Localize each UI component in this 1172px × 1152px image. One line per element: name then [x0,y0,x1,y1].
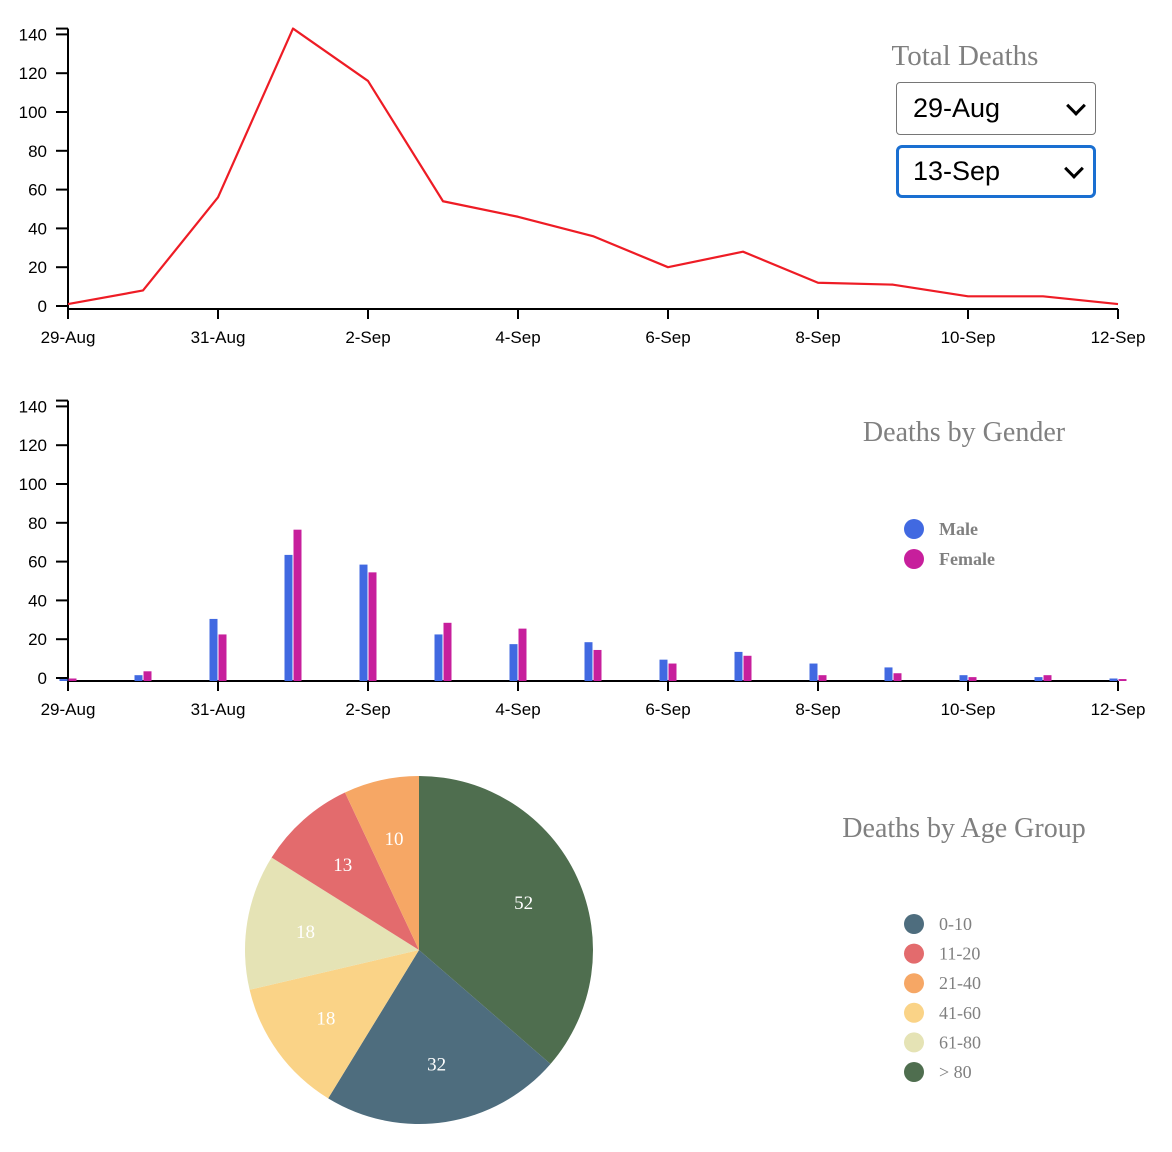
bar-female [293,529,302,681]
x-tick-label: 31-Aug [191,700,246,719]
deaths-by-gender-title: Deaths by Gender [863,417,1066,448]
bar-male [1109,678,1118,681]
pie-slice-label: 32 [427,1055,446,1076]
bar-male [359,564,368,681]
bar-male [59,679,68,681]
y-tick-label: 0 [38,297,47,316]
x-tick-label: 6-Sep [645,700,690,719]
y-tick-label: 80 [28,142,47,161]
legend-swatch-age [904,1062,924,1082]
legend-label-age: 41-60 [939,1003,981,1023]
legend-label-male: Male [939,519,978,539]
bar-male [659,659,668,681]
deaths-by-gender-bar-chart: Deaths by Gender 0 20 40 60 80 100 120 140 29-Au… [19,397,1146,719]
x-tick-label: 12-Sep [1091,700,1146,719]
legend-swatch-age [904,973,924,994]
x-tick-label: 29-Aug [41,700,96,719]
x-tick-label: 8-Sep [795,328,840,347]
y-tick-label: 140 [19,25,47,44]
start-date-select[interactable]: 29-Aug [896,82,1096,135]
legend-label-age: 21-40 [939,973,981,993]
y-tick-label: 100 [19,103,47,122]
legend-label-age: 61-80 [939,1032,981,1052]
legend-label-female: Female [939,549,995,569]
x-tick-label: 10-Sep [941,700,996,719]
bar-male [1034,677,1043,681]
bar-male [959,675,968,681]
chevron-down-icon [1066,95,1086,116]
legend-label-age: 11-20 [939,944,980,964]
pie-slice-label: 18 [316,1008,335,1029]
y-tick-label: 20 [28,258,47,277]
bar-female [893,673,902,681]
pie-slice-label: 13 [333,855,352,876]
bar-female [1043,675,1052,681]
bar-male [884,667,893,681]
bar-male [134,675,143,681]
x-tick-label: 2-Sep [345,328,390,347]
bar-male [734,651,743,681]
pie-slice-label: 18 [296,922,315,943]
bar-female [743,655,752,681]
pie-slice-label: 52 [514,893,533,914]
bar-female [143,671,152,681]
y-tick-label: 80 [28,514,47,533]
bar-female [368,572,377,681]
legend-swatch-male [904,519,924,539]
x-tick-label: 2-Sep [345,700,390,719]
bar-female [1118,679,1127,681]
bar-female [443,622,452,681]
x-tick-label: 12-Sep [1091,328,1146,347]
bar-female [818,675,827,681]
pie-slice-label: 10 [384,829,403,850]
bar-female [968,677,977,681]
y-tick-label: 100 [19,475,47,494]
deaths-by-age-pie-chart: Deaths by Age Group 52 32 18 18 13 10 0-10 11-2… [245,776,1086,1124]
y-tick-label: 140 [19,397,47,416]
end-date-value: 13-Sep [913,156,1001,186]
legend-swatch-age [904,1002,924,1023]
bar-female [668,663,677,681]
legend-swatch-age [904,1032,924,1053]
x-tick-label: 4-Sep [495,700,540,719]
legend-swatch-age [904,914,924,934]
deaths-by-age-title: Deaths by Age Group [842,813,1085,844]
start-date-value: 29-Aug [913,93,1001,123]
end-date-select[interactable]: 13-Sep [896,145,1096,198]
chevron-down-icon [1064,158,1084,179]
x-tick-label: 6-Sep [645,328,690,347]
legend-swatch-age [904,943,924,964]
legend-swatch-female [904,549,924,569]
bar-male [284,554,293,681]
y-tick-label: 40 [28,591,47,610]
bar-male [434,634,443,681]
bar-male [509,644,518,681]
x-tick-label: 10-Sep [941,328,996,347]
bar-male [584,642,593,681]
bar-female [68,678,77,681]
bar-male [809,663,818,681]
bar-female [218,634,227,681]
bar-male [209,618,218,681]
bar-female [518,628,527,681]
y-tick-label: 0 [38,669,47,688]
y-tick-label: 40 [28,219,47,238]
x-tick-label: 29-Aug [41,328,96,347]
x-tick-label: 4-Sep [495,328,540,347]
y-tick-label: 60 [28,181,47,200]
x-tick-label: 31-Aug [191,328,246,347]
y-tick-label: 60 [28,553,47,572]
x-tick-label: 8-Sep [795,700,840,719]
total-deaths-title: Total Deaths [891,40,1039,72]
legend-label-age: 0-10 [939,914,972,934]
bar-female [593,649,602,681]
y-tick-label: 120 [19,64,47,83]
y-tick-label: 120 [19,436,47,455]
legend-label-age: > 80 [939,1062,972,1082]
y-tick-label: 20 [28,630,47,649]
